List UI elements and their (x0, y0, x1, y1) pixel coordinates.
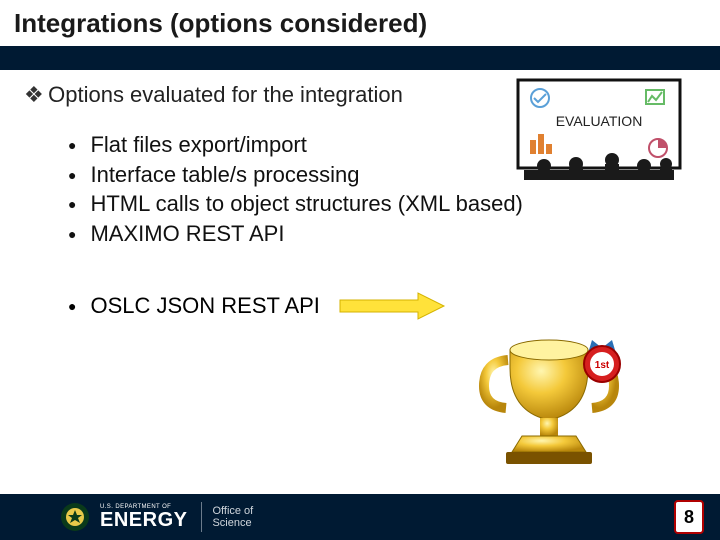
trophy-icon: 1st (474, 316, 624, 471)
first-place-badge-icon: 1st (584, 340, 620, 382)
footer: U.S. DEPARTMENT OF ENERGY Office of Scie… (0, 494, 720, 540)
lead-text: Options evaluated for the integration (48, 82, 403, 107)
office-line1: Office of (212, 505, 253, 517)
winner-item: OSLC JSON REST API (24, 293, 320, 319)
slide: Integrations (options considered) EVALUA… (0, 0, 720, 540)
agency-block: U.S. DEPARTMENT OF ENERGY (100, 505, 187, 528)
doe-seal-icon (60, 502, 90, 532)
badge-text: 1st (595, 360, 610, 371)
list-item: Interface table/s processing (68, 160, 696, 190)
header-band (0, 46, 720, 70)
office-block: Office of Science (212, 505, 253, 529)
diamond-bullet-icon (24, 82, 42, 108)
list-item: Flat files export/import (68, 130, 696, 160)
list-item: MAXIMO REST API (68, 219, 696, 249)
header: Integrations (options considered) (0, 0, 720, 70)
slide-title: Integrations (options considered) (14, 8, 427, 39)
content: Options evaluated for the integration Fl… (24, 82, 696, 321)
office-line2: Science (212, 517, 253, 529)
options-list: Flat files export/import Interface table… (68, 130, 696, 249)
arrow-icon (338, 291, 448, 321)
agency-name: ENERGY (100, 511, 187, 529)
footer-divider (201, 502, 202, 532)
page-number: 8 (674, 500, 704, 534)
list-item: HTML calls to object structures (XML bas… (68, 189, 696, 219)
lead-line: Options evaluated for the integration (24, 82, 696, 108)
